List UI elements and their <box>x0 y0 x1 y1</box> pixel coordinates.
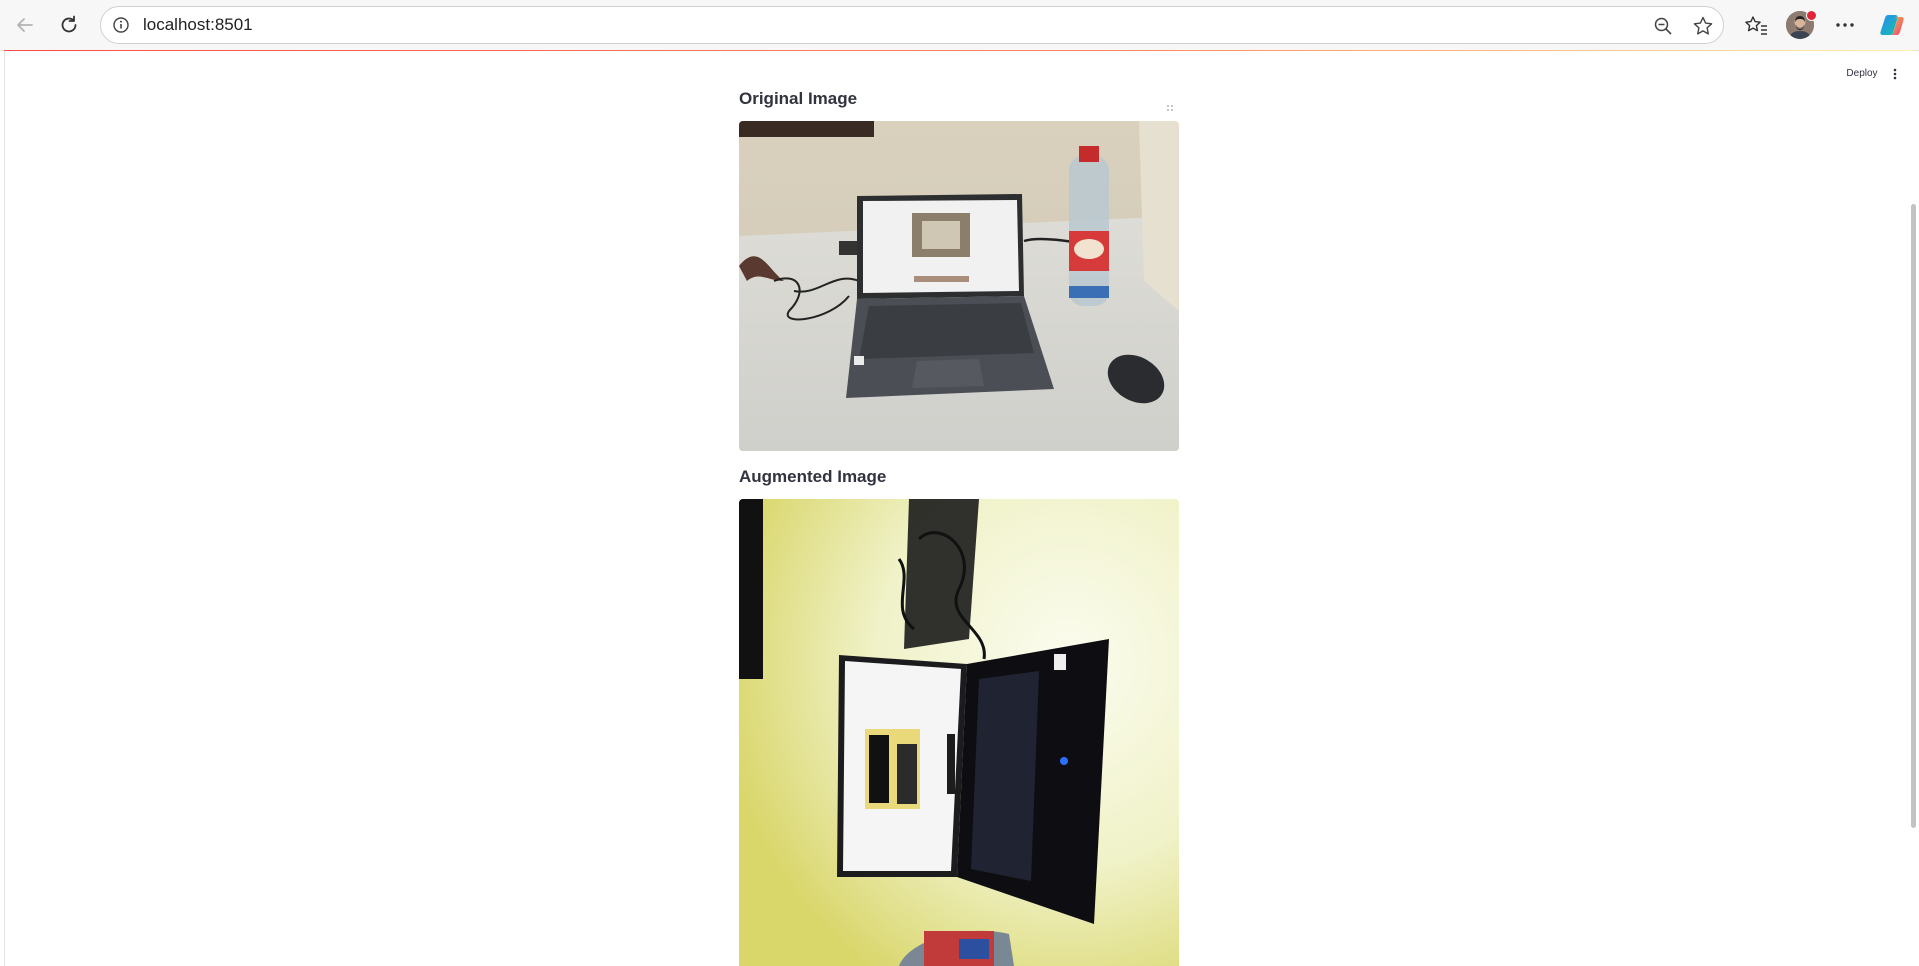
favorites-icon[interactable] <box>1740 9 1772 41</box>
more-icon[interactable] <box>1829 9 1861 41</box>
notification-dot <box>1806 10 1817 21</box>
zoom-out-icon[interactable] <box>1651 14 1675 38</box>
augmented-image <box>739 499 1179 966</box>
browser-toolbar: localhost:8501 <box>0 0 1919 51</box>
star-icon[interactable] <box>1691 14 1715 38</box>
drag-handle-icon[interactable] <box>1163 101 1177 115</box>
deploy-button[interactable]: Deploy <box>1838 64 1886 84</box>
reload-icon[interactable] <box>53 9 85 41</box>
address-bar[interactable]: localhost:8501 <box>100 6 1724 44</box>
url-text[interactable]: localhost:8501 <box>143 7 253 43</box>
page-scrollbar[interactable] <box>1911 204 1916 828</box>
main-menu-icon[interactable] <box>1888 64 1902 84</box>
copilot-icon[interactable] <box>1879 12 1905 38</box>
original-image-title: Original Image <box>739 89 858 108</box>
info-icon[interactable] <box>111 15 131 35</box>
original-image <box>739 121 1179 451</box>
augmented-image-title: Augmented Image <box>739 467 887 486</box>
back-arrow-icon[interactable] <box>9 9 41 41</box>
